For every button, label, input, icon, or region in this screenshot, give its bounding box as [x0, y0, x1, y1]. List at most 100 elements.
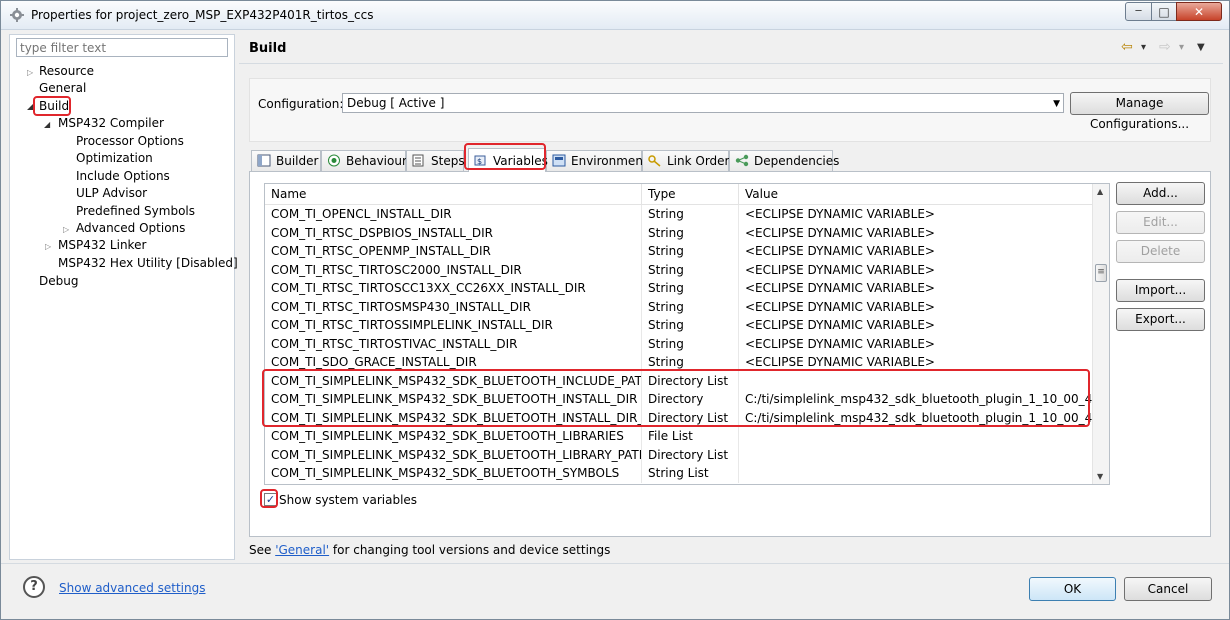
add-button[interactable]: Add...: [1116, 182, 1205, 205]
forward-menu-icon[interactable]: ▾: [1179, 42, 1184, 53]
table-row[interactable]: COM_TI_RTSC_OPENMP_INSTALL_DIR String <ECL…: [265, 242, 1093, 261]
category-tree: ▷ Resource General ◢ Build ◢ MSP432 Comp…: [9, 34, 238, 560]
cell-name: COM_TI_RTSC_TIRTOSC2000_INSTALL_DIR: [265, 260, 642, 279]
builder-icon: [257, 154, 271, 167]
tree-item-msp432-linker[interactable]: MSP432 Linker: [58, 238, 146, 253]
back-menu-icon[interactable]: ▾: [1141, 42, 1146, 53]
scroll-down-icon[interactable]: ▼: [1097, 472, 1103, 481]
cell-value: [739, 445, 1093, 464]
configuration-value: Debug [ Active ]: [347, 96, 445, 110]
configuration-group: Configuration: Debug [ Active ] ▼ Manage…: [249, 78, 1211, 142]
tree-item-advanced-options[interactable]: Advanced Options: [76, 221, 185, 236]
cell-value: <ECLIPSE DYNAMIC VARIABLE>: [739, 242, 1093, 261]
window-title: Properties for project_zero_MSP_EXP432P4…: [31, 8, 374, 22]
view-menu-icon[interactable]: ▼: [1197, 42, 1205, 53]
scroll-thumb[interactable]: ≡: [1095, 264, 1107, 282]
close-icon: ✕: [1193, 4, 1205, 19]
maximize-button[interactable]: □: [1151, 2, 1177, 21]
tab-label: Behaviour: [346, 154, 407, 168]
table-row[interactable]: COM_TI_RTSC_TIRTOSC2000_INSTALL_DIR Strin…: [265, 260, 1093, 279]
column-header-name[interactable]: Name: [265, 184, 642, 205]
delete-button[interactable]: Delete: [1116, 240, 1205, 263]
filter-input[interactable]: [16, 38, 228, 57]
vertical-scrollbar[interactable]: ▲ ≡ ▼: [1092, 184, 1109, 484]
table-row[interactable]: COM_TI_RTSC_TIRTOSCC13XX_CC26XX_INSTALL_…: [265, 279, 1093, 298]
tab-label: Steps: [431, 154, 465, 168]
edit-button[interactable]: Edit...: [1116, 211, 1205, 234]
forward-arrow-icon[interactable]: ⇨: [1159, 39, 1171, 55]
cell-name: COM_TI_SIMPLELINK_MSP432_SDK_BLUETOOTH_L…: [265, 427, 642, 446]
import-button[interactable]: Import...: [1116, 279, 1205, 302]
cell-value: <ECLIPSE DYNAMIC VARIABLE>: [739, 279, 1093, 298]
cell-name: COM_TI_RTSC_TIRTOSTIVAC_INSTALL_DIR: [265, 334, 642, 353]
tree-item-hex-utility[interactable]: MSP432 Hex Utility [Disabled]: [58, 256, 238, 271]
tab-link-order[interactable]: Link Order: [642, 150, 730, 172]
checkbox-label: Show system variables: [279, 493, 418, 507]
tree-item-predefined-symbols[interactable]: Predefined Symbols: [76, 204, 195, 219]
cell-value: [739, 464, 1093, 483]
cell-name: COM_TI_SIMPLELINK_MSP432_SDK_BLUETOOTH_L…: [265, 445, 642, 464]
tree-item-build[interactable]: Build: [39, 99, 69, 114]
help-icon[interactable]: ?: [23, 576, 45, 598]
column-header-value[interactable]: Value: [739, 184, 1093, 205]
tab-dependencies[interactable]: Dependencies: [729, 150, 839, 172]
cell-type: Directory List: [642, 445, 739, 464]
tree-item-resource[interactable]: Resource: [39, 64, 94, 79]
tab-steps[interactable]: Steps: [406, 150, 465, 172]
tree-item-msp432-compiler[interactable]: MSP432 Compiler: [58, 116, 164, 131]
cell-type: String: [642, 242, 739, 261]
table-row[interactable]: COM_TI_RTSC_TIRTOSMSP430_INSTALL_DIR Stri…: [265, 297, 1093, 316]
column-header-type[interactable]: Type: [642, 184, 739, 205]
minimize-icon: ─: [1135, 6, 1142, 17]
tree-item-include-options[interactable]: Include Options: [76, 169, 170, 184]
cell-value: <ECLIPSE DYNAMIC VARIABLE>: [739, 316, 1093, 335]
bluetooth-rows-highlight: [262, 369, 1090, 427]
table-row[interactable]: COM_TI_OPENCL_INSTALL_DIR String <ECLIPSE …: [265, 205, 1093, 224]
close-button[interactable]: ✕: [1176, 2, 1222, 21]
cell-value: <ECLIPSE DYNAMIC VARIABLE>: [739, 260, 1093, 279]
table-row[interactable]: COM_TI_RTSC_DSPBIOS_INSTALL_DIR String <EC…: [265, 223, 1093, 242]
tree-item-general[interactable]: General: [39, 81, 86, 96]
chevron-down-icon: ▼: [1053, 99, 1060, 109]
configuration-select[interactable]: Debug [ Active ] ▼: [342, 93, 1064, 113]
show-advanced-settings-link[interactable]: Show advanced settings: [59, 581, 206, 595]
tree-item-debug[interactable]: Debug: [39, 274, 78, 289]
variables-tab-highlight: [464, 143, 546, 170]
tree-item-ulp-advisor[interactable]: ULP Advisor: [76, 186, 147, 201]
cell-name: COM_TI_RTSC_OPENMP_INSTALL_DIR: [265, 242, 642, 261]
table-row[interactable]: COM_TI_SIMPLELINK_MSP432_SDK_BLUETOOTH_L…: [265, 427, 1093, 446]
minimize-button[interactable]: ─: [1125, 2, 1152, 21]
behaviour-icon: [328, 154, 340, 167]
back-arrow-icon[interactable]: ⇦: [1121, 39, 1133, 55]
cancel-button[interactable]: Cancel: [1124, 577, 1212, 601]
tree-item-optimization[interactable]: Optimization: [76, 151, 153, 166]
ok-button[interactable]: OK: [1029, 577, 1116, 601]
cell-name: COM_TI_RTSC_TIRTOSSIMPLELINK_INSTALL_DIR: [265, 316, 642, 335]
tree-item-processor-options[interactable]: Processor Options: [76, 134, 184, 149]
tab-label: Link Order: [667, 154, 730, 168]
tab-behaviour[interactable]: Behaviour: [321, 150, 407, 172]
cell-name: COM_TI_RTSC_DSPBIOS_INSTALL_DIR: [265, 223, 642, 242]
cell-name: COM_TI_SIMPLELINK_MSP432_SDK_BLUETOOTH_S…: [265, 464, 642, 483]
expand-arrow-icon[interactable]: ▷: [27, 68, 33, 77]
cell-value: <ECLIPSE DYNAMIC VARIABLE>: [739, 205, 1093, 224]
scroll-up-icon[interactable]: ▲: [1097, 187, 1103, 196]
page-title: Build: [249, 41, 287, 56]
general-link[interactable]: 'General': [275, 543, 329, 557]
tab-environment[interactable]: Environment: [546, 150, 648, 172]
manage-configurations-button[interactable]: Manage Configurations...: [1070, 92, 1209, 131]
cell-value: <ECLIPSE DYNAMIC VARIABLE>: [739, 223, 1093, 242]
expand-arrow-icon[interactable]: ▷: [63, 225, 69, 234]
tab-builder[interactable]: Builder: [251, 150, 321, 172]
cell-type: String: [642, 223, 739, 242]
hint-text: for changing tool versions and device se…: [329, 543, 611, 557]
cell-name: COM_TI_RTSC_TIRTOSCC13XX_CC26XX_INSTALL_…: [265, 279, 642, 298]
collapse-arrow-icon[interactable]: ◢: [44, 120, 50, 129]
table-row[interactable]: COM_TI_SIMPLELINK_MSP432_SDK_BLUETOOTH_L…: [265, 445, 1093, 464]
environment-icon: [552, 154, 566, 167]
table-row[interactable]: COM_TI_RTSC_TIRTOSSIMPLELINK_INSTALL_DIR…: [265, 316, 1093, 335]
table-row[interactable]: COM_TI_RTSC_TIRTOSTIVAC_INSTALL_DIR Strin…: [265, 334, 1093, 353]
export-button[interactable]: Export...: [1116, 308, 1205, 331]
expand-arrow-icon[interactable]: ▷: [45, 242, 51, 251]
table-row[interactable]: COM_TI_SIMPLELINK_MSP432_SDK_BLUETOOTH_S…: [265, 464, 1093, 483]
